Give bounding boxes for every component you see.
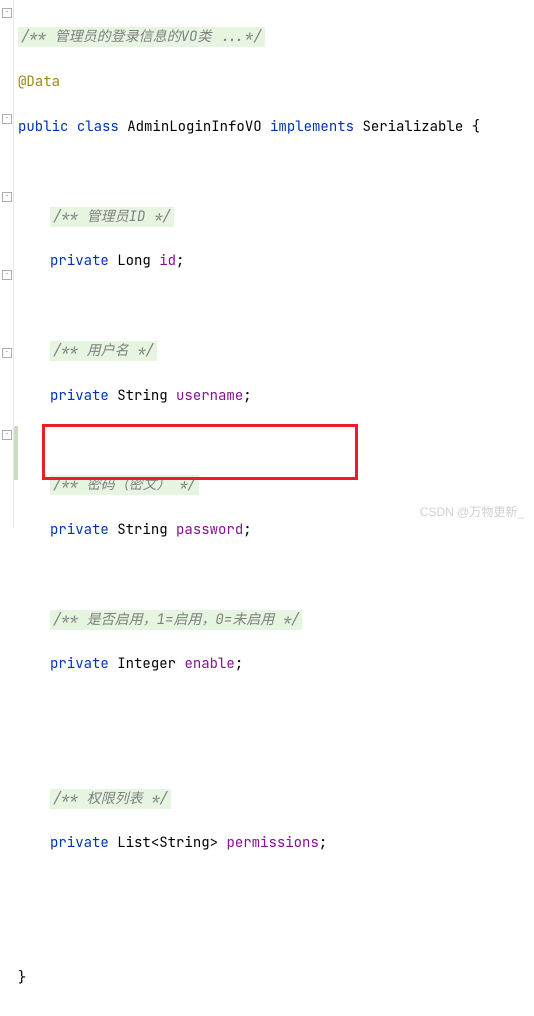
field-username: username: [176, 387, 243, 405]
semicolon: ;: [176, 252, 184, 270]
brace-open: {: [472, 118, 480, 136]
field-password: password: [176, 521, 243, 539]
semicolon: ;: [235, 655, 243, 673]
type-integer: Integer: [117, 655, 176, 673]
type-long: Long: [117, 252, 151, 270]
interface-name: Serializable: [362, 118, 463, 136]
kw-private: private: [50, 655, 109, 673]
brace-close: }: [18, 969, 26, 987]
type-string: String: [117, 521, 167, 539]
class-doc-comment: /** 管理员的登录信息的VO类 ...*/: [18, 27, 265, 47]
semicolon: ;: [243, 521, 251, 539]
password-doc-comment: /** 密码（密文） */: [50, 475, 199, 495]
permissions-doc-comment: /** 权限列表 */: [50, 789, 171, 809]
type-list: List: [117, 834, 151, 852]
kw-class: class: [77, 118, 119, 136]
kw-private: private: [50, 387, 109, 405]
field-enable: enable: [184, 655, 234, 673]
kw-implements: implements: [270, 118, 354, 136]
type-string: String: [117, 387, 167, 405]
kw-private: private: [50, 252, 109, 270]
semicolon: ;: [243, 387, 251, 405]
angle-close: >: [210, 834, 218, 852]
kw-private: private: [50, 834, 109, 852]
type-string-generic: String: [159, 834, 209, 852]
class-name: AdminLoginInfoVO: [127, 118, 261, 136]
field-permissions: permissions: [226, 834, 318, 852]
annotation-data: @Data: [18, 73, 60, 91]
id-doc-comment: /** 管理员ID */: [50, 207, 174, 227]
enable-doc-comment: /** 是否启用，1=启用，0=未启用 */: [50, 610, 302, 630]
username-doc-comment: /** 用户名 */: [50, 341, 157, 361]
semicolon: ;: [319, 834, 327, 852]
watermark: CSDN @万物更新_: [420, 503, 524, 522]
kw-public: public: [18, 118, 68, 136]
angle-open: <: [151, 834, 159, 852]
kw-private: private: [50, 521, 109, 539]
field-id: id: [159, 252, 176, 270]
